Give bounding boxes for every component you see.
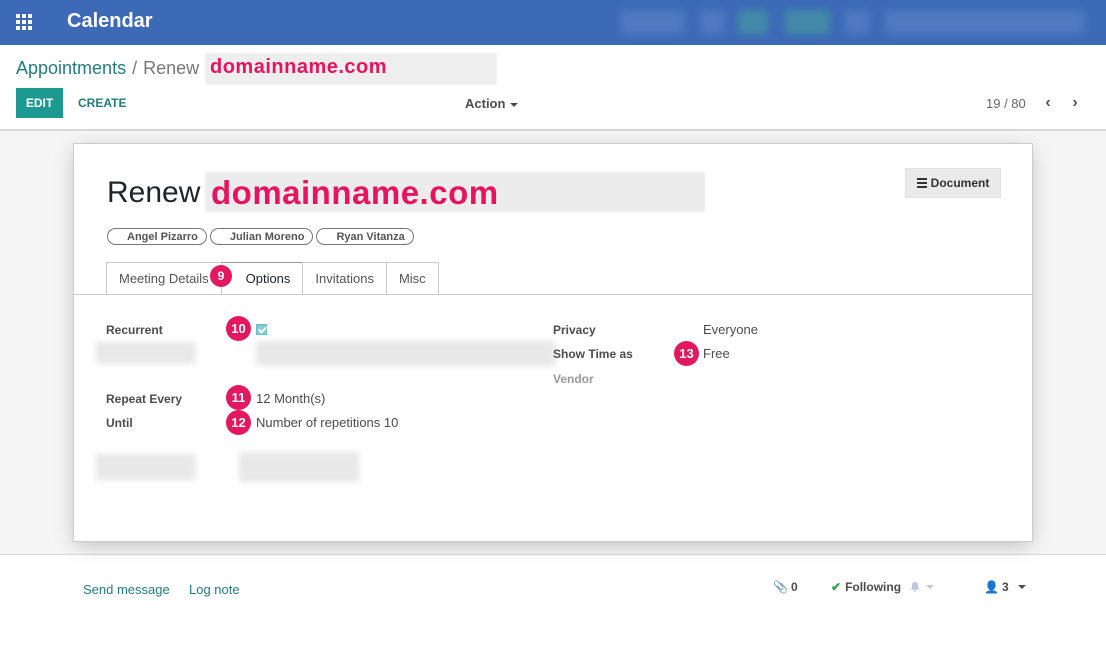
record-title-domain: domainname.com <box>211 174 499 211</box>
check-icon: ✔ <box>831 580 842 594</box>
until-type: Number of repetitions <box>256 415 381 430</box>
repeat-every-value[interactable]: 12 Month(s) <box>256 391 325 406</box>
step-badge: 11 <box>226 385 251 410</box>
breadcrumb-appointments-link[interactable]: Appointments <box>16 58 126 79</box>
tabs-divider <box>74 294 1032 295</box>
redacted-field-value <box>256 341 556 366</box>
until-count: 10 <box>383 415 399 430</box>
followers-count: 3 <box>1001 580 1009 594</box>
app-title: Calendar <box>67 10 153 32</box>
attendee-tag[interactable]: Ryan Vitanza <box>316 228 414 245</box>
pager-next-icon[interactable]: › <box>1067 94 1083 112</box>
navbar-redacted-item <box>845 10 870 34</box>
tab-misc[interactable]: Misc <box>385 262 439 294</box>
repeat-every-label: Repeat Every <box>106 392 183 406</box>
document-button[interactable]: Document <box>905 168 1001 198</box>
pager-value[interactable]: 19 / 80 <box>986 96 1026 111</box>
step-badge: 10 <box>226 316 251 341</box>
following-label: Following <box>845 580 902 594</box>
recurrent-checkbox[interactable] <box>256 324 267 335</box>
top-navbar: Calendar <box>0 0 1106 45</box>
vendor-label: Vendor <box>553 372 594 386</box>
action-dropdown[interactable]: Action <box>465 96 519 111</box>
step-badge: 13 <box>674 341 699 366</box>
navbar-redacted-item <box>700 10 725 34</box>
document-button-label: Document <box>930 176 990 190</box>
caret-down-icon <box>510 102 519 107</box>
form-sheet: Renew domainname.com Document Angel Piza… <box>73 143 1033 542</box>
bell-icon[interactable] <box>909 581 921 593</box>
user-icon: 👤 <box>984 580 999 594</box>
privacy-label: Privacy <box>553 323 596 337</box>
caret-down-icon[interactable] <box>926 585 935 589</box>
tab-meeting-details[interactable]: Meeting Details <box>106 262 222 294</box>
action-dropdown-label: Action <box>465 96 506 111</box>
privacy-value[interactable]: Everyone <box>703 322 758 337</box>
followers-button[interactable]: 👤 3 <box>984 580 1026 594</box>
breadcrumb-separator: / <box>132 58 138 78</box>
tab-options[interactable]: Options <box>220 262 304 294</box>
edit-button[interactable]: EDIT <box>16 88 63 118</box>
following-button[interactable]: ✔ Following <box>831 580 935 594</box>
attachments-button[interactable]: 📎 0 <box>773 580 798 594</box>
navbar-redacted-item <box>738 10 768 34</box>
send-message-link[interactable]: Send message <box>83 582 170 597</box>
repeat-every-unit: Month(s) <box>274 391 326 406</box>
notebook-tabs: Meeting Details Options Invitations Misc <box>106 262 439 294</box>
breadcrumb: Appointments / Renew domainname.com <box>16 53 497 85</box>
show-time-as-value[interactable]: Free <box>703 346 730 361</box>
attendee-tag[interactable]: Julian Moreno <box>209 228 314 245</box>
pager-previous-icon[interactable]: ‹ <box>1040 94 1056 112</box>
caret-down-icon <box>1017 585 1026 589</box>
until-value[interactable]: Number of repetitions 10 <box>256 415 398 430</box>
breadcrumb-current: Renew <box>143 58 200 78</box>
attendee-tags: Angel Pizarro Julian Moreno Ryan Vitanza <box>107 228 414 245</box>
show-time-as-label: Show Time as <box>553 347 633 361</box>
navbar-redacted-item <box>620 10 685 34</box>
breadcrumb-domain-label: domainname.com <box>210 56 388 78</box>
paperclip-icon: 📎 <box>773 580 788 594</box>
step-badge: 9 <box>210 265 232 287</box>
redacted-field-value <box>239 452 359 482</box>
navbar-redacted-item <box>785 10 830 34</box>
repeat-every-number: 12 <box>256 391 271 406</box>
attendee-tag[interactable]: Angel Pizarro <box>107 228 207 245</box>
attachments-count: 0 <box>790 580 798 594</box>
redacted-field-label <box>96 454 196 480</box>
log-note-link[interactable]: Log note <box>189 582 240 597</box>
redacted-field-label <box>96 342 196 364</box>
bars-icon <box>916 176 927 190</box>
apps-menu-icon[interactable] <box>16 14 34 30</box>
tab-invitations[interactable]: Invitations <box>302 262 387 294</box>
step-badge: 12 <box>226 410 251 435</box>
recurrent-label: Recurrent <box>106 323 163 337</box>
create-button[interactable]: CREATE <box>78 96 126 110</box>
tab-options-label: Options <box>245 271 291 286</box>
record-title-prefix: Renew <box>107 176 201 209</box>
until-label: Until <box>106 416 133 430</box>
navbar-redacted-user <box>885 10 1085 34</box>
